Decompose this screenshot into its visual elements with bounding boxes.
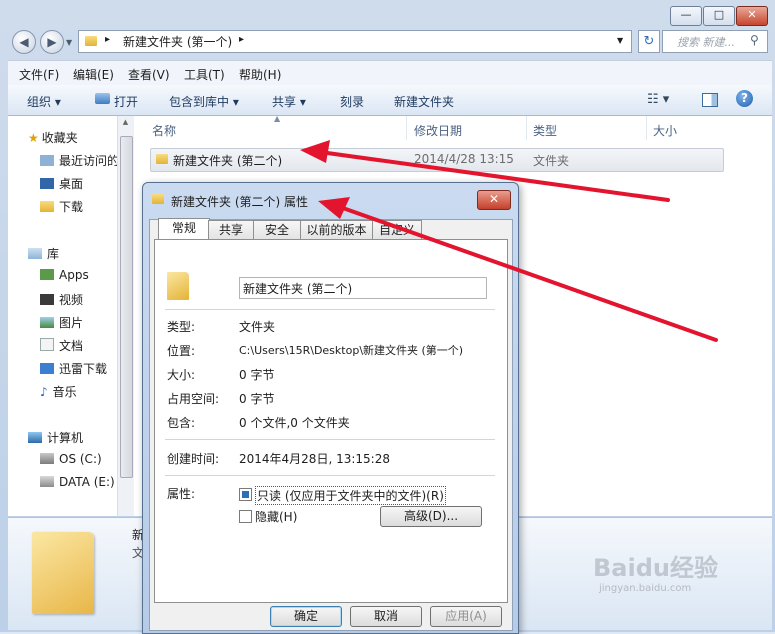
annotation-arrow [338,205,718,342]
annotation-overlay [300,140,718,342]
annotation-arrow [318,150,670,202]
arrowhead-icon [300,140,330,163]
